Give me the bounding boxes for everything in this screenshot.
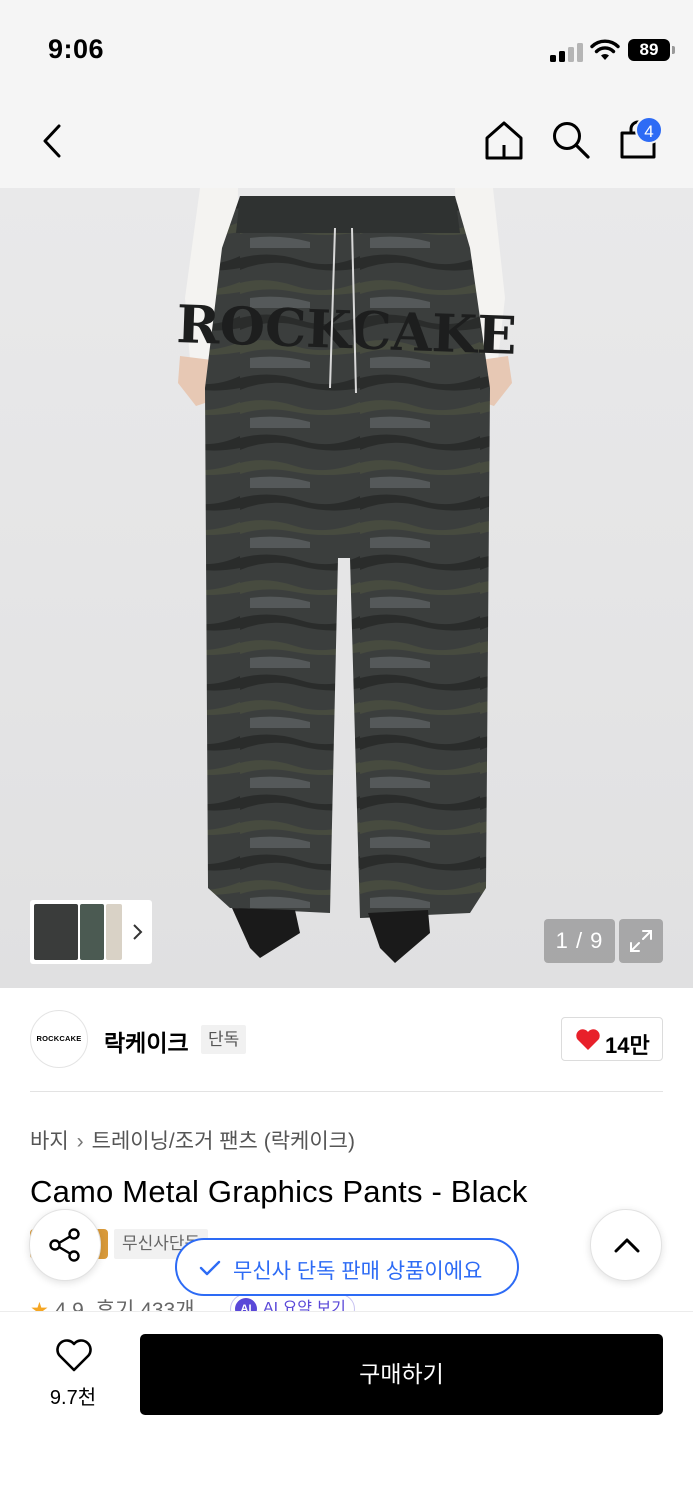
status-time: 9:06 [48,34,105,64]
heart-outline-icon[interactable] [55,1339,93,1373]
expand-image-button[interactable] [619,919,663,963]
share-button[interactable] [29,1209,101,1281]
chevron-up-icon [614,1238,640,1253]
toast-message: 무신사 단독 판매 상품이에요 [233,1260,483,1283]
breadcrumb-category[interactable]: 바지 [30,1130,69,1153]
back-icon[interactable] [38,122,68,160]
check-icon [199,1260,221,1276]
thumbnail-image[interactable] [80,904,104,960]
wifi-icon [590,39,620,60]
breadcrumb-subcategory[interactable]: 트레이닝/조거 팬츠 (락케이크) [92,1130,355,1153]
scroll-to-top-button[interactable] [590,1209,662,1281]
chevron-right-icon [133,924,143,940]
status-bar: 9:06 89 [0,0,693,90]
exclusive-toast: 무신사 단독 판매 상품이에요 [175,1238,519,1296]
section-divider [30,1091,663,1092]
battery-indicator: 89 [628,39,675,61]
svg-text:ROCKCAKE: ROCKCAKE [176,294,518,367]
brand-like-button[interactable]: 14만 [561,1017,663,1061]
exclusive-tag: 단독 [201,1025,247,1054]
cart-count-badge: 4 [635,116,663,144]
product-photo-illustration: ROCKCAKE [176,188,518,963]
product-main-image[interactable]: ROCKCAKE [0,188,693,988]
brand-name[interactable]: 락케이크 [104,1024,189,1058]
buy-button[interactable]: 구매하기 [140,1334,663,1415]
cellular-signal-icon [550,42,583,62]
expand-icon [630,930,652,952]
share-icon [49,1228,80,1262]
chevron-right-icon: › [76,1130,84,1153]
product-title: Camo Metal Graphics Pants - Black [30,1174,528,1209]
home-icon[interactable] [484,120,524,160]
thumbnail-image[interactable] [34,904,78,960]
wishlist-count: 9.7천 [49,1387,97,1409]
thumbnail-strip[interactable] [30,900,152,964]
image-page-indicator: 1 / 9 [544,919,615,963]
search-icon[interactable] [551,120,591,160]
brand-like-count: 14만 [605,1033,650,1058]
thumbnail-image[interactable] [106,904,122,960]
breadcrumb: 바지 › 트레이닝/조거 팬츠 (락케이크) [30,1125,355,1155]
brand-logo[interactable]: ROCKCAKE [30,1010,88,1068]
heart-filled-icon [576,1029,600,1050]
